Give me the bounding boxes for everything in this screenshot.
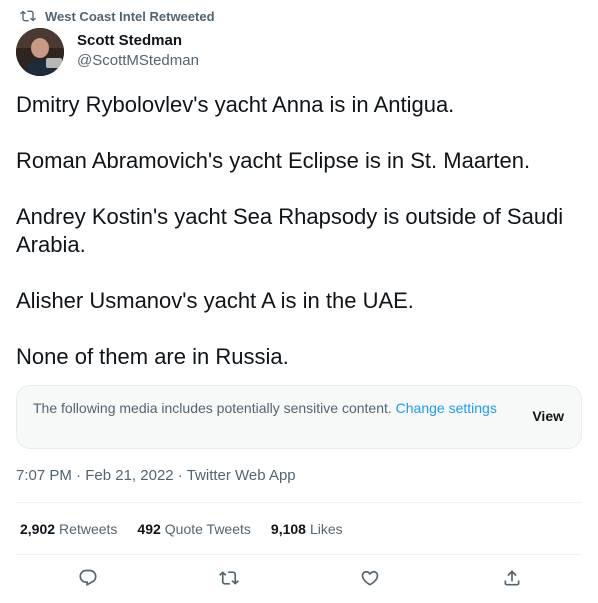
tweet-paragraph: Roman Abramovich's yacht Eclipse is in S… — [16, 148, 531, 173]
view-button[interactable]: View — [532, 408, 564, 424]
tweet-date[interactable]: Feb 21, 2022 — [85, 467, 173, 484]
tweet-stats: 2,902 Retweets 492 Quote Tweets 9,108 Likes — [20, 519, 363, 539]
share-icon[interactable] — [500, 566, 524, 590]
retweet-icon — [20, 8, 36, 24]
tweet-paragraph: None of them are in Russia. — [16, 344, 289, 369]
likes-stat[interactable]: 9,108 Likes — [271, 519, 343, 539]
meta-separator: · — [177, 467, 183, 484]
quote-tweets-label: Quote Tweets — [164, 521, 251, 537]
retweets-stat[interactable]: 2,902 Retweets — [20, 519, 117, 539]
author-display-name[interactable]: Scott Stedman — [77, 32, 199, 50]
author-block: Scott Stedman @ScottMStedman — [77, 32, 199, 71]
tweet-paragraph: Dmitry Rybolovlev's yacht Anna is in Ant… — [16, 92, 455, 117]
divider — [16, 502, 582, 503]
tweet-client[interactable]: Twitter Web App — [187, 467, 296, 484]
quote-tweets-stat[interactable]: 492 Quote Tweets — [137, 519, 251, 539]
meta-separator: · — [76, 467, 82, 484]
sensitive-notice-text: The following media includes potentially… — [33, 398, 503, 418]
retweet-banner-text: West Coast Intel Retweeted — [45, 8, 215, 24]
author-handle[interactable]: @ScottMStedman — [77, 51, 199, 71]
quote-tweets-count: 492 — [137, 521, 161, 537]
tweet-paragraph: Alisher Usmanov's yacht A is in the UAE. — [16, 288, 414, 313]
likes-count: 9,108 — [270, 521, 306, 537]
retweet-icon[interactable] — [217, 566, 241, 590]
retweets-count: 2,902 — [20, 521, 56, 537]
likes-label: Likes — [309, 521, 343, 537]
like-icon[interactable] — [358, 566, 382, 590]
change-settings-link[interactable]: Change settings — [396, 400, 497, 416]
tweet-actions — [16, 566, 582, 592]
tweet-time[interactable]: 7:07 PM — [16, 467, 72, 484]
divider — [16, 554, 582, 555]
tweet-meta: 7:07 PM · Feb 21, 2022 · Twitter Web App — [16, 466, 296, 486]
reply-icon[interactable] — [76, 566, 100, 590]
retweets-label: Retweets — [59, 521, 118, 537]
tweet-paragraph: Andrey Kostin's yacht Sea Rhapsody is ou… — [16, 204, 564, 257]
retweet-banner[interactable]: West Coast Intel Retweeted — [20, 7, 215, 25]
sensitive-notice-message: The following media includes potentially… — [33, 400, 392, 416]
sensitive-media-notice: The following media includes potentially… — [16, 385, 582, 449]
avatar[interactable] — [16, 28, 64, 76]
tweet: West Coast Intel Retweeted Scott Stedman… — [0, 0, 598, 603]
tweet-text: Dmitry Rybolovlev's yacht Anna is in Ant… — [16, 91, 576, 371]
